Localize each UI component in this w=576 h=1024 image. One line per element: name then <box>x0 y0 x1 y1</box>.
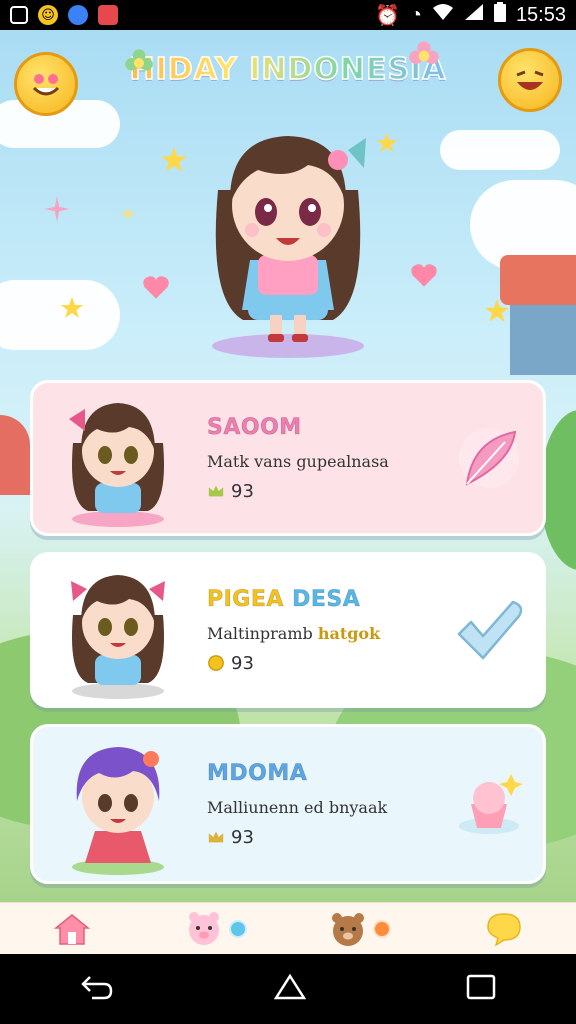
status-time: 15:53 <box>515 3 566 26</box>
photo-notification-icon <box>98 5 118 25</box>
bottom-tab-bar <box>0 902 576 954</box>
checkmark-button[interactable] <box>449 590 529 670</box>
battery-icon <box>493 2 506 28</box>
pig-icon <box>189 911 219 945</box>
character-card[interactable]: PIGEA DESA Maltinpramb hatgok 93 <box>30 552 546 708</box>
bear-icon <box>332 912 364 946</box>
character-avatar <box>71 575 165 699</box>
back-icon <box>81 976 113 1000</box>
heart-icon <box>411 264 437 287</box>
home-triangle-icon <box>273 973 307 1000</box>
sparkle-icon <box>120 206 136 222</box>
browser-notification-icon <box>68 5 88 25</box>
tab-home[interactable] <box>32 905 112 953</box>
character-description: Matk vans gupealnasa <box>207 451 389 471</box>
notification-badge <box>229 919 247 938</box>
sync-icon: ◔ <box>409 3 422 26</box>
house-left <box>0 415 30 525</box>
notification-icon <box>10 6 28 24</box>
description-text: Maltinpramb <box>207 623 313 643</box>
character-stat: 93 <box>207 481 449 502</box>
status-bar: ☺ ⏰ ◔ 15:53 <box>0 0 576 30</box>
character-stat: 93 <box>207 653 449 674</box>
star-icon <box>61 297 83 318</box>
star-icon <box>485 299 509 322</box>
chat-bubble-icon <box>487 912 521 946</box>
flower-icon <box>125 49 153 71</box>
character-name: PIGEA DESA <box>207 586 449 612</box>
signal-icon <box>464 3 484 27</box>
recents-button[interactable] <box>466 974 496 1004</box>
sparkle-icon <box>44 196 70 222</box>
feather-button[interactable] <box>449 418 529 498</box>
character-avatar <box>69 403 164 527</box>
character-name: SAOOM <box>207 414 302 440</box>
back-button[interactable] <box>80 973 114 1005</box>
crown-icon <box>208 485 224 497</box>
description-highlight: hatgok <box>317 623 381 643</box>
smiley-notification-icon: ☺ <box>38 5 58 25</box>
wifi-icon <box>432 3 454 27</box>
checkmark-icon <box>457 600 523 660</box>
stat-value: 93 <box>231 480 254 502</box>
crown-icon <box>208 831 224 843</box>
cupcake-button[interactable] <box>449 764 529 844</box>
feather-icon <box>459 428 519 488</box>
heart-icon <box>143 276 169 299</box>
character-card[interactable]: MDOMA Malliunenn ed bnyaak 93 <box>30 724 546 884</box>
character-description: Maltinpramb hatgok <box>207 624 449 643</box>
character-name: MDOMA <box>207 760 308 786</box>
character-description: Malliunenn ed bnyaak <box>207 797 388 817</box>
tab-friends[interactable] <box>320 905 400 953</box>
character-avatar <box>72 747 164 875</box>
tab-pet[interactable] <box>176 905 256 953</box>
character-card[interactable]: SAOOM Matk vans gupealnasa 93 <box>30 380 546 536</box>
cupcake-icon <box>459 774 523 834</box>
recents-icon <box>466 974 496 1000</box>
home-icon <box>54 913 90 945</box>
game-title: HIDAY INDONESIA <box>0 51 576 88</box>
system-navigation-bar <box>0 954 576 1024</box>
house-right <box>500 255 576 385</box>
stat-value: 93 <box>231 652 254 674</box>
coin-icon <box>208 655 224 671</box>
character-name-part2: DESA <box>292 586 361 612</box>
stat-value: 93 <box>231 826 254 848</box>
character-name-part1: PIGEA <box>207 586 284 612</box>
home-nav-button[interactable] <box>273 973 307 1005</box>
notification-badge <box>373 919 391 938</box>
alarm-icon: ⏰ <box>374 4 400 27</box>
cloud <box>440 130 560 170</box>
main-character[interactable] <box>188 110 388 360</box>
tab-chat[interactable] <box>464 905 544 953</box>
character-stat: 93 <box>207 827 449 848</box>
flower-icon <box>409 41 439 64</box>
star-icon <box>161 147 187 172</box>
